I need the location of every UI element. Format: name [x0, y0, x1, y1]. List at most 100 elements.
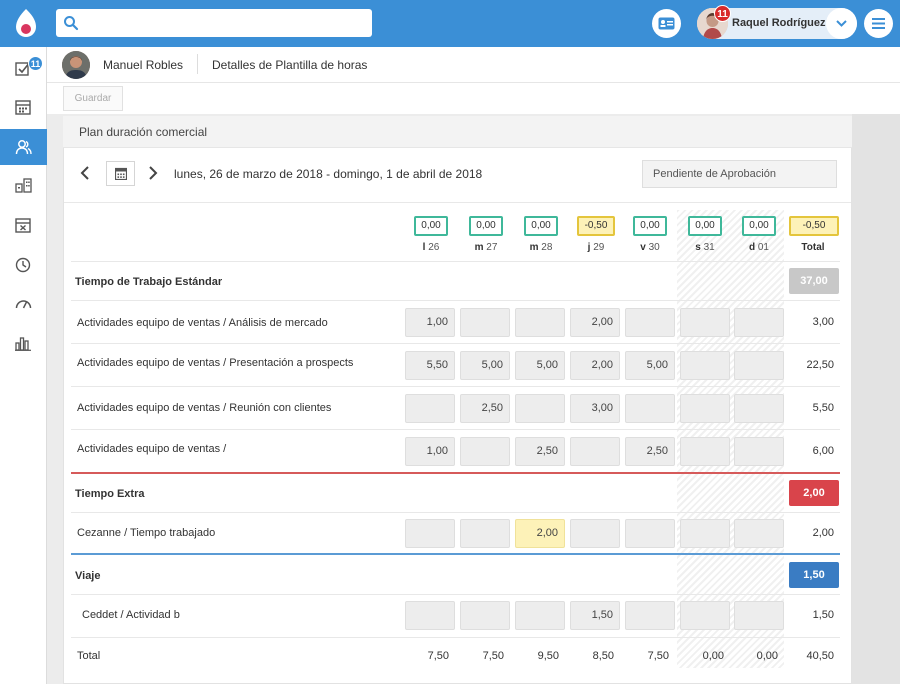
- hours-cell[interactable]: [460, 601, 510, 630]
- save-button[interactable]: Guardar: [63, 86, 123, 111]
- hours-cell[interactable]: 2,50: [625, 437, 675, 466]
- panel-header: Plan duración comercial: [63, 116, 852, 148]
- notification-badge[interactable]: 11: [714, 5, 731, 22]
- hours-cell[interactable]: 1,00: [405, 437, 455, 466]
- row-label: Actividades equipo de ventas /: [77, 443, 227, 455]
- day-total-3: 0,00: [524, 216, 558, 236]
- row-divider: [71, 637, 840, 638]
- hours-cell[interactable]: [734, 601, 784, 630]
- hours-cell[interactable]: [515, 308, 565, 337]
- header-divider: [47, 82, 900, 83]
- hours-cell[interactable]: [734, 351, 784, 380]
- hours-cell[interactable]: 3,00: [570, 394, 620, 423]
- panel-title: Plan duración comercial: [79, 125, 208, 139]
- hours-cell[interactable]: [734, 394, 784, 423]
- hours-cell[interactable]: [460, 437, 510, 466]
- hours-cell[interactable]: 2,50: [460, 394, 510, 423]
- hours-cell[interactable]: [680, 308, 730, 337]
- search-input[interactable]: [56, 9, 372, 37]
- hours-cell[interactable]: [680, 351, 730, 380]
- sidebar-item-absences[interactable]: [0, 207, 47, 243]
- section-total-standard: 37,00: [789, 268, 839, 294]
- hours-cell[interactable]: [570, 437, 620, 466]
- people-icon: [15, 140, 32, 155]
- week-total: -0,50: [789, 216, 839, 236]
- hours-cell[interactable]: [405, 394, 455, 423]
- hours-cell[interactable]: [625, 601, 675, 630]
- hours-cell[interactable]: [625, 394, 675, 423]
- day-total-5: 0,00: [633, 216, 667, 236]
- footer-day-total: 7,50: [482, 650, 504, 662]
- hours-cell[interactable]: [680, 437, 730, 466]
- row-total: 1,50: [812, 609, 834, 621]
- hours-cell[interactable]: [515, 601, 565, 630]
- day-label-6: s 31: [695, 242, 715, 253]
- hours-cell[interactable]: 5,00: [625, 351, 675, 380]
- sidebar-item-people[interactable]: [0, 129, 47, 165]
- hours-cell[interactable]: 2,50: [515, 437, 565, 466]
- hours-cell[interactable]: [680, 601, 730, 630]
- row-label: Ceddet / Actividad b: [82, 609, 180, 621]
- footer-day-total: 0,00: [756, 650, 778, 662]
- footer-day-total: 0,00: [702, 650, 724, 662]
- toolbar-divider: [64, 202, 851, 203]
- section-title-standard: Tiempo de Trabajo Estándar: [75, 276, 223, 288]
- sidebar-item-organization[interactable]: [0, 167, 47, 203]
- section-total-travel: 1,50: [789, 562, 839, 588]
- hours-cell[interactable]: 5,50: [405, 351, 455, 380]
- hours-cell[interactable]: [405, 601, 455, 630]
- row-label: Actividades equipo de ventas / Reunión c…: [77, 402, 332, 414]
- sidebar-item-performance[interactable]: [0, 286, 47, 322]
- hours-cell[interactable]: 5,00: [515, 351, 565, 380]
- main-menu-button[interactable]: [864, 9, 893, 38]
- section-title-travel: Viaje: [75, 570, 101, 582]
- prev-week-icon[interactable]: [80, 166, 90, 180]
- hours-cell[interactable]: [515, 394, 565, 423]
- hours-cell[interactable]: [570, 519, 620, 548]
- hours-cell[interactable]: 5,00: [460, 351, 510, 380]
- sidebar-item-time[interactable]: [0, 247, 47, 283]
- footer-day-total: 7,50: [647, 650, 669, 662]
- hours-cell[interactable]: [405, 519, 455, 548]
- hours-cell[interactable]: [680, 394, 730, 423]
- clock-icon: [15, 257, 31, 273]
- next-week-icon[interactable]: [148, 166, 158, 180]
- user-dropdown-button[interactable]: [826, 8, 857, 39]
- day-total-2: 0,00: [469, 216, 503, 236]
- row-total: 6,00: [812, 445, 834, 457]
- footer-grand-total: 40,50: [806, 650, 834, 662]
- hours-cell[interactable]: [680, 519, 730, 548]
- row-divider: [71, 386, 840, 387]
- hours-cell[interactable]: [734, 437, 784, 466]
- hours-cell[interactable]: 2,00: [570, 308, 620, 337]
- day-total-7: 0,00: [742, 216, 776, 236]
- hours-cell[interactable]: [734, 519, 784, 548]
- hours-cell[interactable]: 1,50: [570, 601, 620, 630]
- employee-name[interactable]: Manuel Robles: [103, 58, 183, 72]
- sidebar-item-calendar[interactable]: [0, 89, 47, 125]
- hours-cell[interactable]: [625, 519, 675, 548]
- hours-cell[interactable]: [460, 519, 510, 548]
- row-divider: [71, 343, 840, 344]
- id-card-button[interactable]: [652, 9, 681, 38]
- status-badge: Pendiente de Aprobación: [642, 160, 837, 188]
- search-icon: [64, 16, 79, 31]
- calendar-picker-button[interactable]: [106, 161, 135, 186]
- day-total-6: 0,00: [688, 216, 722, 236]
- hours-cell[interactable]: [734, 308, 784, 337]
- hours-cell[interactable]: [460, 308, 510, 337]
- row-divider: [71, 512, 840, 513]
- row-total: 2,00: [812, 527, 834, 539]
- sidebar-item-tasks[interactable]: 11: [0, 50, 47, 86]
- hours-cell[interactable]: 2,00: [570, 351, 620, 380]
- hours-cell[interactable]: 2,00: [515, 519, 565, 548]
- hours-cell[interactable]: [625, 308, 675, 337]
- day-label-4: j 29: [587, 242, 605, 253]
- calendar-icon: [15, 100, 31, 115]
- day-label-3: m 28: [529, 242, 553, 253]
- day-total-4: -0,50: [577, 216, 615, 236]
- sidebar-item-reports[interactable]: [0, 325, 47, 361]
- hours-cell[interactable]: 1,00: [405, 308, 455, 337]
- gauge-icon: [15, 300, 32, 309]
- logo-icon[interactable]: [10, 7, 42, 39]
